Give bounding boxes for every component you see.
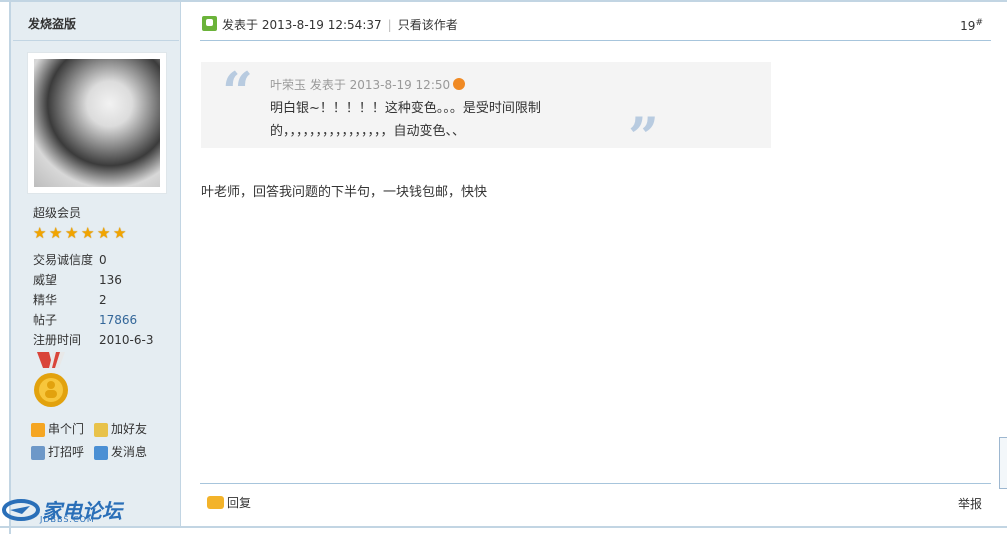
rank-stars: ★ ★ ★ ★ ★ ★: [33, 226, 128, 241]
reply-label: 回复: [227, 496, 252, 510]
star-icon: ★: [113, 224, 127, 242]
greet-icon: [31, 445, 45, 460]
stat-value: 2010-6-3: [99, 333, 154, 347]
star-icon: ★: [81, 224, 95, 242]
stat-label: 交易诚信度: [33, 253, 94, 267]
stat-row-registered: 注册时间 2010-6-3: [33, 330, 153, 350]
author-actions: 串个门 加好友 打招呼 发消息: [31, 418, 157, 464]
site-logo: 家电论坛 JDBBS.COM: [2, 496, 122, 524]
stat-row-digest: 精华 2: [33, 290, 153, 310]
reply-button[interactable]: 回复: [207, 494, 251, 511]
stat-row-posts: 帖子 17866: [33, 310, 153, 330]
stat-label: 注册时间: [33, 333, 82, 347]
stat-row-credit: 交易诚信度 0: [33, 250, 153, 270]
add-friend-label: 加好友: [111, 422, 148, 436]
open-quote-icon: “: [222, 60, 254, 124]
only-author-link[interactable]: 只看该作者: [398, 18, 458, 32]
post-header: 发表于 2013-8-19 12:54:37 | 只看该作者 19#: [200, 12, 991, 38]
floor-number[interactable]: 19#: [960, 18, 983, 33]
user-group[interactable]: 超级会员: [33, 204, 81, 221]
envelope-icon: [94, 445, 109, 460]
author-stats: 交易诚信度 0 威望 136 精华 2 帖子 17866 注册时间 2010-6…: [33, 250, 153, 350]
frame-bottom-border: [0, 526, 1007, 528]
star-icon: ★: [65, 224, 79, 242]
post-meta: 发表于 2013-8-19 12:54:37 | 只看该作者: [222, 16, 458, 33]
greet-label: 打招呼: [48, 445, 85, 459]
author-sidebar: 发烧盗版 超级会员 ★ ★ ★ ★ ★ ★ 交易诚信度 0 威望 136 精华 …: [11, 2, 181, 526]
send-message-button[interactable]: 发消息: [94, 441, 147, 464]
post-time: 发表于 2013-8-19 12:54:37: [222, 18, 382, 32]
medal-icon[interactable]: [33, 352, 69, 410]
stat-label: 精华: [33, 293, 58, 307]
action-row: 串个门 加好友: [31, 418, 157, 441]
quote-block: “ 叶荣玉 发表于 2013-8-19 12:50 明白银~！！！！！这种变色。…: [201, 60, 771, 169]
add-friend-button[interactable]: 加好友: [94, 418, 147, 441]
side-feedback-tab[interactable]: [999, 437, 1007, 489]
handshake-icon: [94, 422, 109, 437]
quote-author: 叶荣玉 发表于 2013-8-19 12:50: [270, 78, 451, 92]
send-message-label: 发消息: [111, 445, 148, 459]
avatar-frame[interactable]: [27, 52, 167, 194]
logo-subtext: JDBBS.COM: [40, 515, 95, 524]
star-icon: ★: [49, 224, 63, 242]
avatar[interactable]: [34, 59, 160, 187]
visit-label: 串个门: [48, 422, 85, 436]
online-status-icon: [202, 16, 217, 31]
floor-hash: #: [975, 18, 983, 28]
meta-separator: |: [387, 18, 392, 32]
sidebar-divider: [13, 40, 179, 41]
post-message: 叶老师，回答我问题的下半句，一块钱包邮，快快: [201, 185, 488, 200]
header-divider: [200, 40, 991, 41]
author-name[interactable]: 发烧盗版: [28, 15, 76, 32]
home-icon: [31, 422, 45, 437]
report-link[interactable]: 举报: [958, 495, 982, 512]
floor-number-value: 19: [960, 19, 976, 33]
quote-line: 的，，，，，，，，，，，，，，，，自动变色、、: [270, 124, 466, 139]
stat-value: 0: [99, 253, 107, 267]
quote-text: 明白银~！！！！！这种变色。。。是受时间限制 的，，，，，，，，，，，，，，，，…: [270, 97, 610, 143]
stat-value: 2: [99, 293, 107, 307]
stat-label: 帖子: [33, 313, 58, 327]
star-icon: ★: [97, 224, 111, 242]
reply-bubble-icon: [207, 496, 224, 509]
action-row: 打招呼 发消息: [31, 441, 157, 464]
visit-button[interactable]: 串个门: [31, 418, 84, 441]
quote-header: 叶荣玉 发表于 2013-8-19 12:50: [270, 76, 466, 93]
posts-count-link[interactable]: 17866: [99, 310, 137, 330]
stat-value: 136: [99, 273, 122, 287]
star-icon: ★: [33, 224, 47, 242]
greet-button[interactable]: 打招呼: [31, 441, 84, 464]
stat-row-prestige: 威望 136: [33, 270, 153, 290]
quote-line: 明白银~！！！！！这种变色。。。是受时间限制: [270, 101, 541, 116]
close-quote-icon: ”: [628, 105, 660, 169]
logo-swoosh-icon: [2, 499, 40, 521]
stat-label: 威望: [33, 273, 58, 287]
footer-divider: [200, 483, 991, 484]
jump-to-quote-icon[interactable]: [453, 78, 466, 90]
